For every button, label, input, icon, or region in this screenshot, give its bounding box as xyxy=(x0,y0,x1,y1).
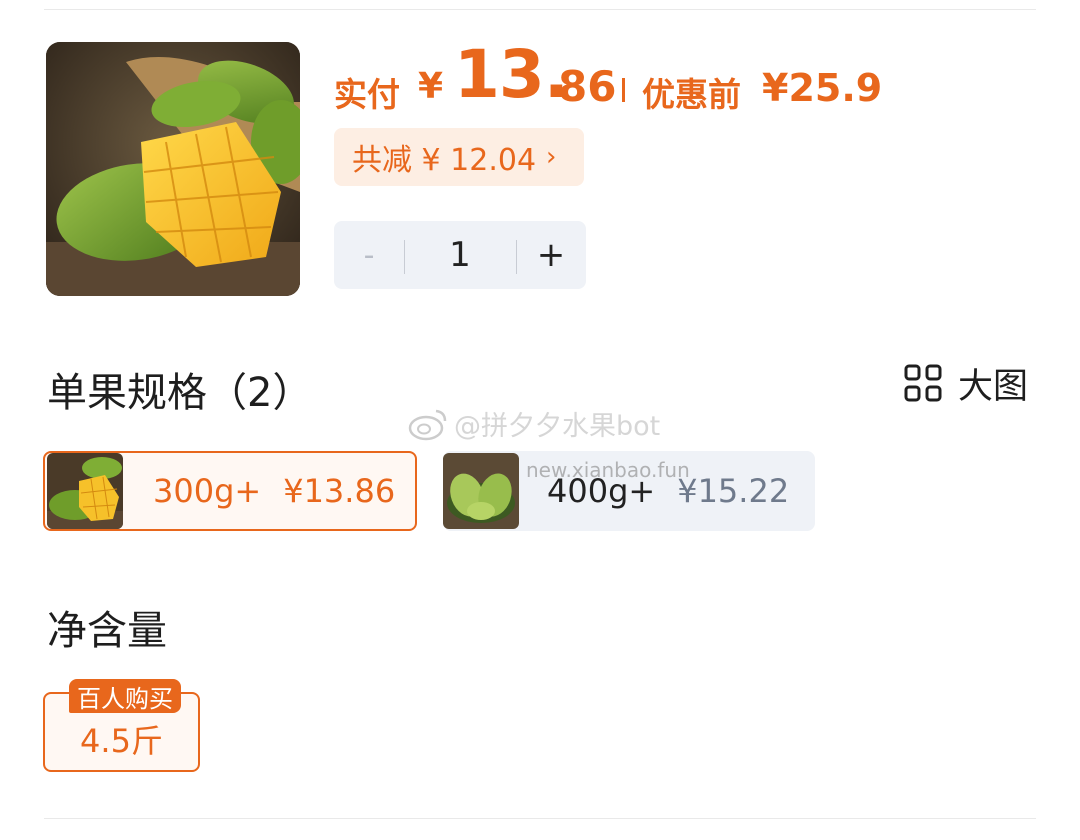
discount-detail-button[interactable]: 共减 ¥ 12.04 › xyxy=(334,128,584,186)
watermark: @拼夕夕水果bot xyxy=(408,404,660,443)
spec-section-title: 单果规格（2） xyxy=(47,370,313,416)
spec-thumbnail xyxy=(47,453,123,529)
big-picture-label: 大图 xyxy=(958,366,1029,407)
top-divider xyxy=(44,9,1036,10)
pay-label: 实付 xyxy=(334,75,400,114)
pay-price-decimal: 86 xyxy=(558,62,617,111)
popular-badge: 百人购买 xyxy=(69,679,181,713)
spec-price: ¥13.86 xyxy=(283,472,396,510)
watermark-url: new.xianbao.fun xyxy=(526,458,690,482)
net-content-value: 4.5斤 xyxy=(80,722,163,760)
discount-text: 共减 ¥ 12.04 xyxy=(352,143,537,178)
spec-price: ¥15.22 xyxy=(677,472,790,510)
spec-weight: 300g+ xyxy=(153,472,262,510)
chevron-right-icon: › xyxy=(546,142,557,172)
net-content-option-4-5jin[interactable]: 百人购买 4.5斤 xyxy=(43,679,200,772)
big-picture-button[interactable]: 大图 xyxy=(904,362,1028,407)
weibo-logo-icon xyxy=(408,409,447,440)
quantity-stepper: - 1 + xyxy=(334,221,586,289)
original-price: ¥25.9 xyxy=(762,66,883,110)
mango-thumbnail-icon xyxy=(47,453,123,529)
grid-icon xyxy=(904,364,942,402)
original-price-label: 优惠前 xyxy=(642,75,741,114)
net-content-section-title: 净含量 xyxy=(47,608,167,654)
pay-price-integer: 13. xyxy=(454,36,569,113)
increase-quantity-button[interactable]: + xyxy=(516,221,586,289)
product-image[interactable] xyxy=(46,42,300,296)
mango-photo-icon xyxy=(46,42,300,296)
watermark-text: @拼夕夕水果bot xyxy=(454,411,661,442)
decrease-quantity-button[interactable]: - xyxy=(334,221,404,289)
quantity-value[interactable]: 1 xyxy=(404,221,516,289)
price-separator xyxy=(622,78,625,102)
green-mango-thumbnail-icon xyxy=(443,453,519,529)
spec-thumbnail xyxy=(443,453,519,529)
bottom-divider xyxy=(44,818,1036,819)
spec-option-300g[interactable]: 300g+ ¥13.86 xyxy=(43,451,417,531)
pay-currency: ¥ xyxy=(418,66,444,107)
